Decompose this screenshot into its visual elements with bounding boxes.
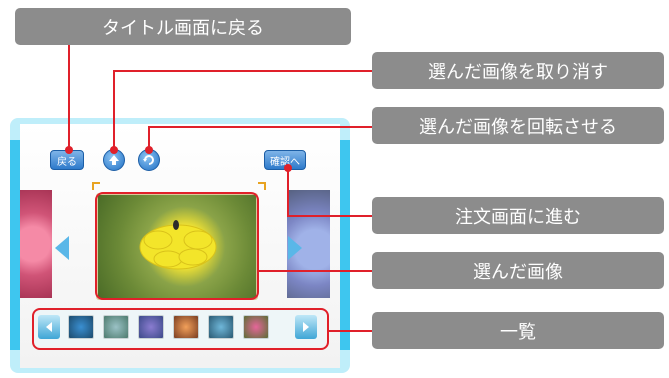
connector-undo-v	[113, 70, 115, 150]
connector-selected	[258, 270, 372, 272]
callout-undo-selection: 選んだ画像を取り消す	[372, 52, 664, 89]
connector-confirm-v	[287, 168, 289, 216]
callout-back-to-title-label: タイトル画面に戻る	[102, 17, 264, 39]
thumbnail-list-highlight	[32, 308, 329, 350]
right-arrow-icon[interactable]	[288, 236, 302, 260]
connector-back-dot	[65, 146, 73, 154]
back-button-label: 戻る	[57, 156, 77, 168]
rotate-icon	[143, 155, 154, 165]
connector-undo-dot	[110, 146, 118, 154]
callout-back-to-title: タイトル画面に戻る	[15, 8, 351, 45]
selected-photo-highlight	[95, 192, 259, 300]
callout-undo-selection-label: 選んだ画像を取り消す	[428, 61, 608, 83]
up-arrow-icon	[109, 155, 119, 165]
right-frame-bar	[340, 140, 350, 350]
callout-list-label: 一覧	[500, 321, 536, 343]
connector-list	[328, 330, 372, 332]
left-frame-bar	[10, 140, 20, 350]
callout-selected-image-label: 選んだ画像	[473, 261, 563, 283]
connector-confirm-h	[287, 215, 372, 217]
frame-corner-top-right	[258, 182, 266, 190]
left-arrow-icon[interactable]	[55, 236, 69, 260]
callout-rotate-image: 選んだ画像を回転させる	[372, 107, 664, 144]
connector-undo-h	[113, 70, 372, 72]
previous-photo-preview[interactable]	[20, 190, 52, 298]
callout-rotate-image-label: 選んだ画像を回転させる	[419, 116, 617, 138]
connector-rotate-h	[148, 126, 372, 128]
connector-back	[68, 45, 70, 150]
connector-confirm-dot	[284, 164, 292, 172]
frame-corner-top-left	[92, 182, 100, 190]
connector-rotate-dot	[145, 146, 153, 154]
callout-proceed-to-order: 注文画面に進む	[372, 197, 664, 234]
callout-selected-image: 選んだ画像	[372, 252, 664, 289]
callout-list: 一覧	[372, 312, 664, 349]
callout-proceed-to-order-label: 注文画面に進む	[455, 206, 581, 228]
